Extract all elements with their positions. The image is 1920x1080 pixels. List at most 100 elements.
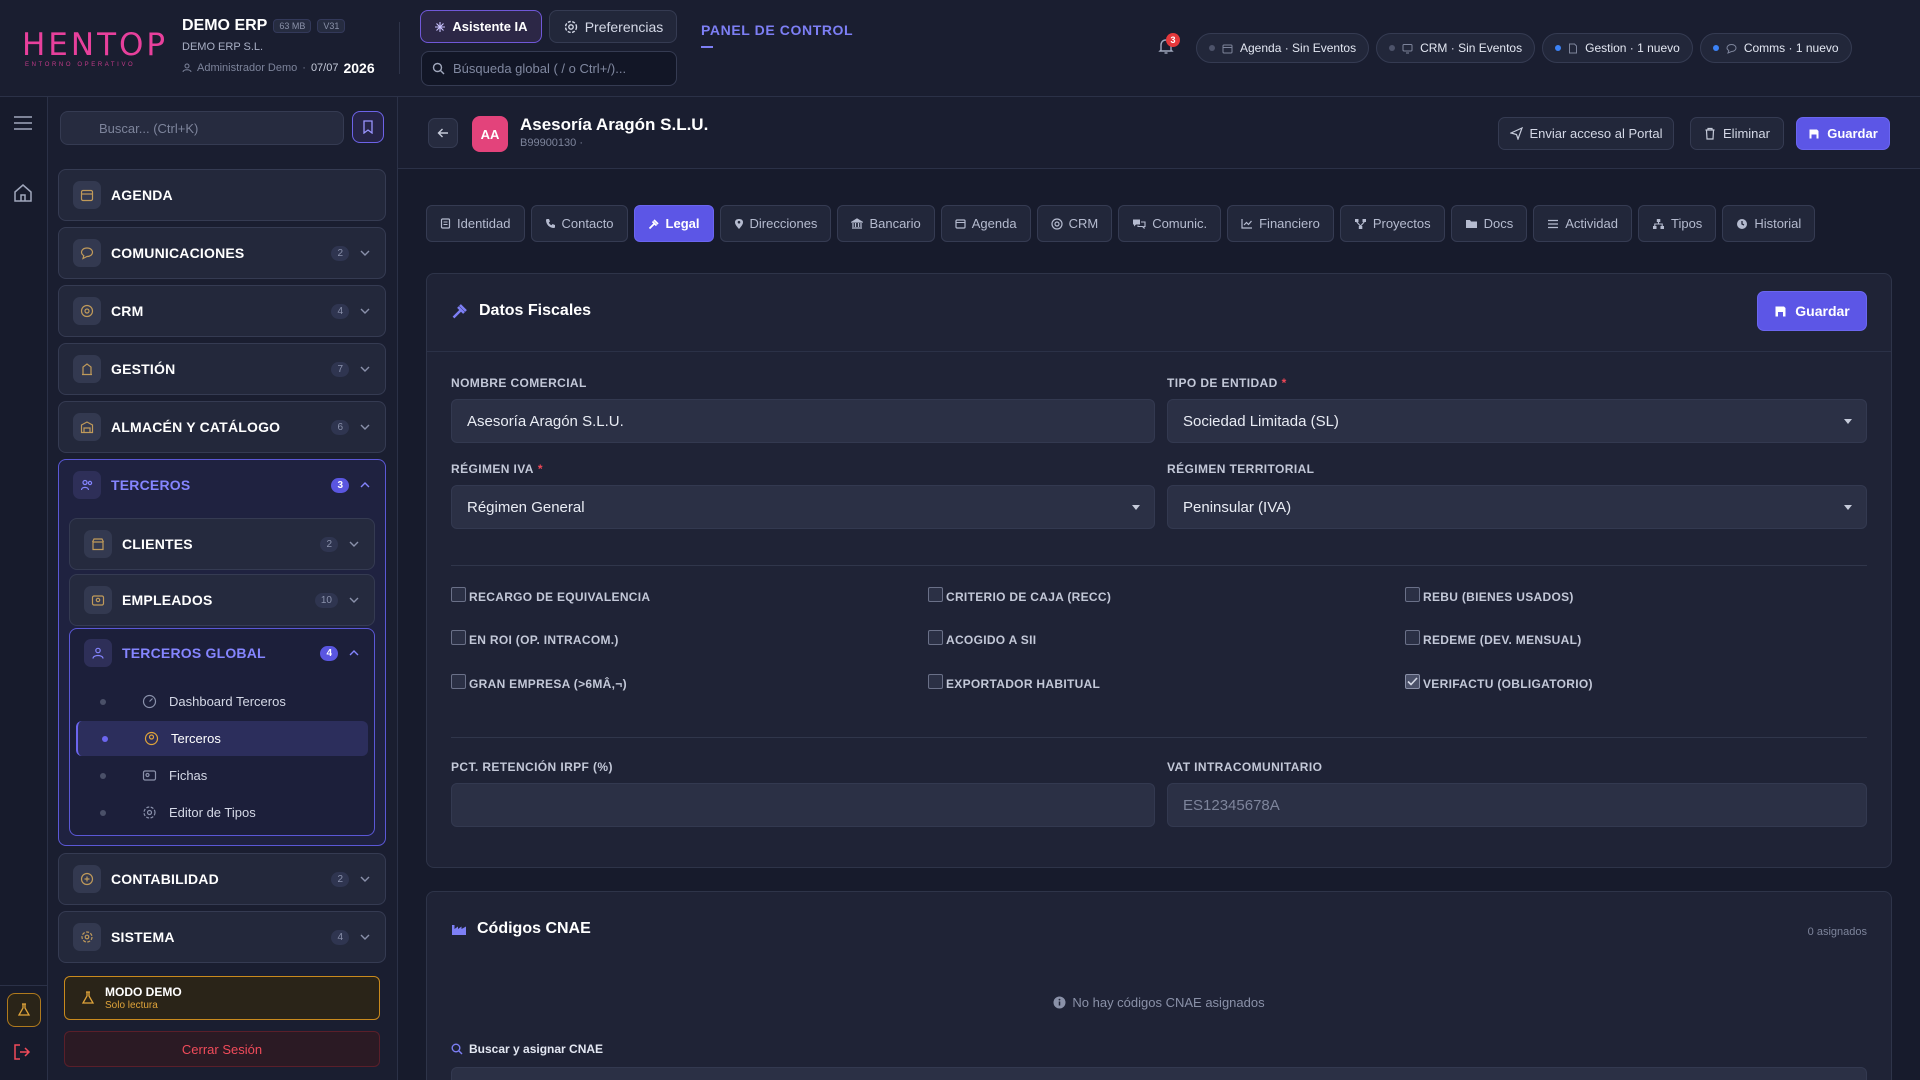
send-portal-access-label: Enviar acceso al Portal <box>1529 126 1663 141</box>
rebu-checkbox[interactable]: REBU (BIENES USADOS) <box>1405 586 1574 604</box>
criterio-caja-checkbox[interactable]: CRITERIO DE CAJA (RECC) <box>928 586 1111 604</box>
building-icon <box>73 355 101 383</box>
calendar-icon <box>955 218 966 229</box>
tab-bancario[interactable]: Bancario <box>837 205 935 242</box>
tab-agenda[interactable]: Agenda <box>940 205 1031 242</box>
home-icon[interactable] <box>12 183 34 203</box>
nombre-comercial-field[interactable]: Asesoría Aragón S.L.U. <box>451 399 1155 443</box>
sidebar-item-gestion[interactable]: GESTIÓN 7 <box>58 343 386 395</box>
app-logo[interactable]: HENTOP ENTORNO OPERATIVO <box>22 30 168 69</box>
tab-identidad[interactable]: Identidad <box>426 205 525 242</box>
company-info: DEMO ERP 63 MB V31 DEMO ERP S.L. Adminis… <box>182 17 375 76</box>
vat-field[interactable]: ES12345678A <box>1167 783 1867 827</box>
global-search[interactable] <box>421 51 677 86</box>
comms-pill[interactable]: Comms · 1 nuevo <box>1699 33 1852 63</box>
logout-button[interactable]: Cerrar Sesión <box>64 1031 380 1067</box>
sidebar-item-agenda[interactable]: AGENDA <box>58 169 386 221</box>
crm-module-icon <box>73 297 101 325</box>
checkbox-box[interactable] <box>928 586 943 602</box>
tab-label: Bancario <box>869 216 921 231</box>
tipo-entidad-label: TIPO DE ENTIDAD * <box>1167 376 1287 390</box>
tab-historial[interactable]: Historial <box>1722 205 1816 242</box>
chevron-down-icon <box>359 875 371 883</box>
regimen-territorial-select[interactable]: Peninsular (IVA) <box>1167 485 1867 529</box>
sidebar-item-label: EMPLEADOS <box>122 592 213 608</box>
sidebar-item-almacen[interactable]: ALMACÉN Y CATÁLOGO 6 <box>58 401 386 453</box>
sidebar-group-header[interactable]: TERCEROS 3 <box>59 460 385 510</box>
ai-assistant-button[interactable]: Asistente IA <box>420 10 542 43</box>
checkbox-box-checked[interactable] <box>1405 673 1420 689</box>
tab-legal[interactable]: Legal <box>633 205 714 242</box>
cnae-search-input[interactable] <box>451 1067 1867 1080</box>
en-roi-checkbox[interactable]: EN ROI (OP. INTRACOM.) <box>451 629 619 647</box>
tab-crm[interactable]: CRM <box>1036 205 1113 242</box>
checkbox-box[interactable] <box>1405 586 1420 602</box>
fiscal-save-button[interactable]: Guardar <box>1757 291 1867 331</box>
tab-direcciones[interactable]: Direcciones <box>719 205 832 242</box>
hamburger-menu-icon[interactable] <box>12 115 34 131</box>
send-portal-access-button[interactable]: Enviar acceso al Portal <box>1498 117 1674 150</box>
irpf-field[interactable] <box>451 783 1155 827</box>
flask-icon[interactable] <box>7 993 41 1027</box>
tab-tipos[interactable]: Tipos <box>1638 205 1717 242</box>
delete-button[interactable]: Eliminar <box>1690 117 1784 150</box>
preferences-button[interactable]: Preferencias <box>549 10 677 43</box>
tab-contacto[interactable]: Contacto <box>530 205 628 242</box>
crm-pill[interactable]: CRM · Sin Eventos <box>1376 33 1536 63</box>
exportador-habitual-checkbox[interactable]: EXPORTADOR HABITUAL <box>928 673 1100 691</box>
sidebar-item-contabilidad[interactable]: CONTABILIDAD 2 <box>58 853 386 905</box>
network-icon <box>1354 218 1367 230</box>
search-icon <box>451 1043 463 1055</box>
save-button[interactable]: Guardar <box>1796 117 1890 150</box>
sidebar-subgroup-label: TERCEROS GLOBAL <box>122 645 266 661</box>
sidebar-item-sistema[interactable]: SISTEMA 4 <box>58 911 386 963</box>
tab-comunic[interactable]: Comunic. <box>1118 205 1222 242</box>
checkbox-box[interactable] <box>451 629 466 645</box>
sidebar-leaf-dashboard-terceros[interactable]: Dashboard Terceros <box>76 684 368 719</box>
sidebar-search-input[interactable] <box>60 111 344 145</box>
sidebar-item-clientes[interactable]: CLIENTES 2 <box>69 518 375 570</box>
recargo-equivalencia-checkbox[interactable]: RECARGO DE EQUIVALENCIA <box>451 586 650 604</box>
sidebar-leaf-fichas[interactable]: Fichas <box>76 758 368 793</box>
sidebar-item-crm[interactable]: CRM 4 <box>58 285 386 337</box>
regimen-iva-select[interactable]: Régimen General <box>451 485 1155 529</box>
warehouse-icon <box>73 413 101 441</box>
control-panel-link[interactable]: PANEL DE CONTROL <box>701 22 853 48</box>
chevron-down-icon <box>359 365 371 373</box>
tab-proyectos[interactable]: Proyectos <box>1339 205 1445 242</box>
global-search-input[interactable] <box>453 61 673 76</box>
sidebar-leaf-editor-tipos[interactable]: Editor de Tipos <box>76 795 368 830</box>
checkbox-box[interactable] <box>928 629 943 645</box>
verifactu-checkbox[interactable]: VERIFACTU (OBLIGATORIO) <box>1405 673 1593 691</box>
arrow-left-icon <box>437 127 449 139</box>
card-header: Datos Fiscales Guardar <box>427 274 1891 352</box>
sidebar-item-comunicaciones[interactable]: COMUNICACIONES 2 <box>58 227 386 279</box>
sparkle-icon <box>434 21 446 33</box>
acogido-sii-checkbox[interactable]: ACOGIDO A SII <box>928 629 1036 647</box>
label-text: VAT INTRACOMUNITARIO <box>1167 760 1323 774</box>
tab-financiero[interactable]: Financiero <box>1227 205 1334 242</box>
gran-empresa-checkbox[interactable]: GRAN EMPRESA (>6MÂ,¬) <box>451 673 627 691</box>
gestion-pill[interactable]: Gestion · 1 nuevo <box>1542 33 1693 63</box>
sidebar-subgroup-header[interactable]: TERCEROS GLOBAL 4 <box>70 629 374 677</box>
gear-icon <box>563 19 579 35</box>
sidebar-item-empleados[interactable]: EMPLEADOS 10 <box>69 574 375 626</box>
logout-icon[interactable] <box>12 1043 32 1061</box>
checkbox-box[interactable] <box>1405 629 1420 645</box>
bullet <box>100 698 106 705</box>
redeme-checkbox[interactable]: REDEME (DEV. MENSUAL) <box>1405 629 1582 647</box>
tab-label: Identidad <box>457 216 511 231</box>
label-text: TIPO DE ENTIDAD <box>1167 376 1278 390</box>
tab-actividad[interactable]: Actividad <box>1533 205 1632 242</box>
checkbox-box[interactable] <box>451 673 466 689</box>
tab-docs[interactable]: Docs <box>1450 205 1528 242</box>
sidebar-leaf-terceros[interactable]: Terceros <box>76 721 368 756</box>
back-button[interactable] <box>428 118 458 148</box>
sidebar-leaf-label: Editor de Tipos <box>169 805 256 820</box>
checkbox-box[interactable] <box>928 673 943 689</box>
tipo-entidad-select[interactable]: Sociedad Limitada (SL) <box>1167 399 1867 443</box>
checkbox-box[interactable] <box>451 586 466 602</box>
agenda-pill[interactable]: Agenda · Sin Eventos <box>1196 33 1370 63</box>
save-label: Guardar <box>1827 126 1878 141</box>
sidebar-bookmark-button[interactable] <box>352 111 384 143</box>
